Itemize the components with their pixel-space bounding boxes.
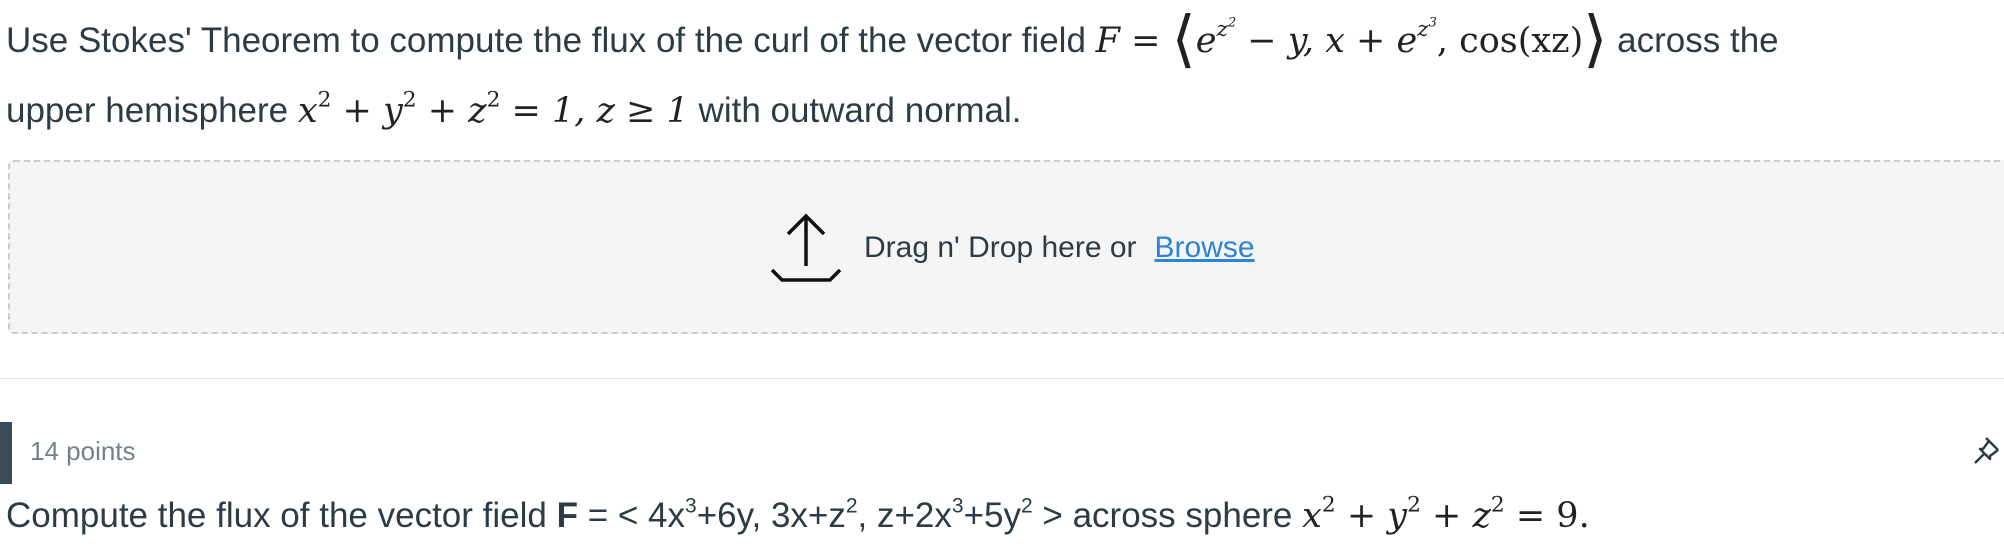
q1-text-end: with outward normal. [688, 91, 1022, 130]
q2-field-c: , z+2x [857, 496, 952, 535]
q1-sphere-math: x2 + y2 + z2 = 1, z ≥ 1 [297, 89, 689, 131]
q2-sphere-math: x2 + y2 + z2 = 9. [1302, 494, 1590, 536]
q1-langle: ⟨ [1171, 2, 1196, 75]
question-2-text: Compute the flux of the vector field F =… [6, 486, 1996, 546]
q1-math-field: F = ⟨ez2 − y, x + ez3, cos(xz)⟩ [1095, 8, 1608, 70]
q2-field-a-exp: 3 [685, 494, 697, 518]
q2-sphere-x-exp: 2 [1321, 492, 1336, 518]
q1-e1-exp-exp: 2 [1227, 15, 1237, 31]
q2-sphere-z-exp: 2 [1490, 492, 1505, 518]
question-2-points: 14 points [30, 436, 136, 466]
q1-e1: e [1195, 21, 1217, 61]
q1-math-eq: = [1119, 21, 1172, 61]
q1-e2: e [1396, 21, 1418, 61]
file-dropzone[interactable]: Drag n' Drop here or Browse [8, 160, 2004, 334]
q1-sphere-x-exp: 2 [317, 87, 332, 113]
q1-sphere-plus-y: + y [331, 91, 403, 131]
q1-text-upper: upper hemisphere [6, 91, 298, 130]
upload-icon [764, 208, 848, 288]
q1-e2-exp-base: z [1417, 17, 1429, 43]
q1-e2-exp-exp: 3 [1428, 15, 1437, 31]
q2-sphere-x: x [1302, 496, 1322, 536]
q1-math-F: F [1095, 21, 1120, 61]
q2-field-b: +6y, 3x+z [696, 496, 846, 535]
q2-sphere-rest: = 9. [1504, 496, 1590, 536]
q2-field-d: +5y [963, 496, 1021, 535]
q2-field-d-exp: 2 [1021, 494, 1033, 518]
q2-field-c-exp: 3 [951, 494, 964, 518]
pin-icon[interactable] [1972, 432, 2004, 472]
q1-cos-part: , cos(xz) [1436, 21, 1584, 61]
q2-field-a: = < 4x [577, 496, 685, 535]
q1-sphere-x: x [297, 91, 318, 131]
q1-sphere-plus-z: + z [416, 91, 487, 131]
q1-minus-y: − y, x + [1236, 21, 1397, 61]
q1-sphere-y-exp: 2 [402, 87, 417, 113]
q1-rangle: ⟩ [1583, 2, 1608, 75]
dropzone-label: Drag n' Drop here or [864, 231, 1137, 264]
q2-sphere-plus-y: + y [1335, 496, 1408, 536]
q1-e1-exp-base: z [1216, 17, 1228, 43]
question-1-text: Use Stokes' Theorem to compute the flux … [6, 6, 1996, 146]
q1-text-before: Use Stokes' Theorem to compute the flux … [6, 21, 1096, 60]
q2-text-before: Compute the flux of the vector field [6, 496, 557, 535]
dropzone-content: Drag n' Drop here or Browse [764, 208, 1255, 288]
q1-sphere-z-exp: 2 [486, 87, 501, 113]
q1-text-across: across the [1607, 21, 1779, 60]
q2-field-b-exp: 2 [845, 494, 858, 518]
q1-e2-exp: z3 [1417, 17, 1437, 42]
q2-sphere-plus-z: + z [1420, 496, 1491, 536]
question-2-accent-bar [0, 422, 12, 484]
q1-sphere-rest: = 1, z ≥ 1 [500, 91, 689, 131]
browse-link[interactable]: Browse [1155, 231, 1255, 265]
q2-field-e: > across sphere [1032, 496, 1303, 535]
section-divider [0, 378, 2004, 379]
q2-bold-F: F [556, 496, 578, 535]
q1-e1-exp: z2 [1216, 17, 1236, 42]
q2-sphere-y-exp: 2 [1407, 492, 1421, 518]
